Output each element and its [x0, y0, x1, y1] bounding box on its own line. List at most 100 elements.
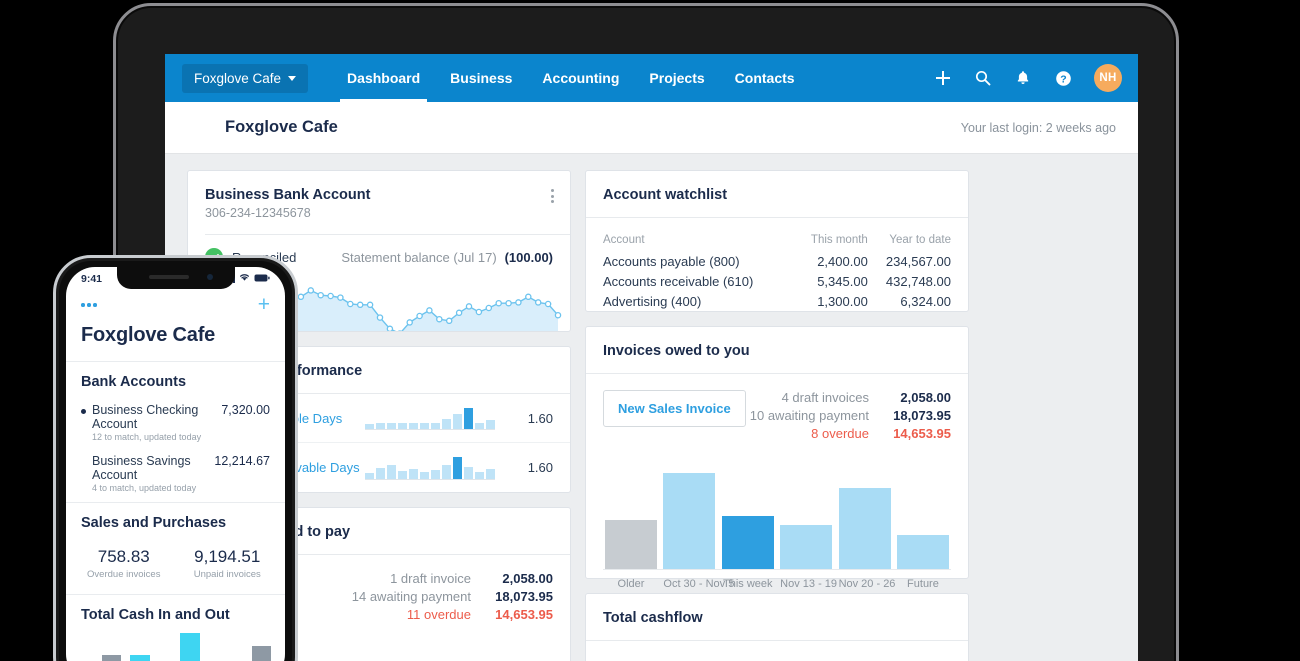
bar-column[interactable] — [897, 462, 949, 569]
nav-item-accounting[interactable]: Accounting — [527, 54, 634, 102]
sparkline-bar — [365, 424, 374, 429]
line-amount: 14,653.95 — [869, 426, 951, 441]
bar-axis-label: Older — [605, 578, 657, 590]
speaker-icon — [149, 275, 189, 279]
invoices-summary-lines: 4 draft invoices 2,058.00 10 awaiting pa… — [750, 390, 951, 444]
bar — [780, 525, 832, 569]
line-amount: 18,073.95 — [869, 408, 951, 423]
help-icon[interactable]: ? — [1054, 69, 1072, 87]
bills-summary-lines: 1 draft invoice 2,058.00 14 awaiting pay… — [352, 571, 553, 625]
bar-column[interactable] — [605, 462, 657, 569]
cell-account: Accounts receivable (610) — [603, 271, 795, 291]
table-row[interactable]: Accounts payable (800) 2,400.00 234,567.… — [603, 251, 951, 271]
tablet-screen: Foxglove Cafe Dashboard Business Account… — [165, 54, 1138, 661]
invoices-line-draft: 4 draft invoices 2,058.00 — [750, 390, 951, 405]
sparkline-bar — [475, 423, 484, 429]
table-row[interactable]: Accounts receivable (610) 5,345.00 432,7… — [603, 271, 951, 291]
avatar[interactable]: NH — [1094, 64, 1122, 92]
column-header-this-month: This month — [795, 234, 868, 251]
line-amount: 2,058.00 — [869, 390, 951, 405]
sparkline-bar — [442, 465, 451, 479]
bell-icon[interactable] — [1014, 69, 1032, 87]
sparkline-bar — [475, 472, 484, 479]
line-amount: 2,058.00 — [471, 571, 553, 586]
line-label: 1 draft invoice — [390, 571, 471, 586]
more-icon[interactable] — [81, 303, 97, 307]
nav-item-dashboard[interactable]: Dashboard — [332, 54, 435, 102]
bar-column[interactable] — [722, 462, 774, 569]
divider — [586, 217, 968, 218]
plus-icon[interactable]: + — [258, 297, 270, 313]
cell-ytd: 6,324.00 — [868, 291, 951, 311]
screenshot-stage: Foxglove Cafe Dashboard Business Account… — [0, 0, 1300, 661]
cell-this-month: 1,300.00 — [795, 291, 868, 311]
bar — [839, 488, 891, 569]
figure-overdue-invoices[interactable]: 758.83 Overdue invoices — [72, 547, 176, 580]
phone-account-row-savings[interactable]: Business Savings Account 4 to match, upd… — [66, 451, 285, 502]
account-subtext: 12 to match, updated today — [92, 432, 215, 442]
phone-notch — [117, 267, 235, 289]
cash-out-bar — [102, 655, 122, 661]
invoices-owed-card: Invoices owed to you New Sales Invoice 4… — [585, 326, 969, 579]
sparkline-bar — [431, 470, 440, 479]
plus-icon[interactable] — [934, 69, 952, 87]
sparkline-bar — [442, 419, 451, 430]
table-header-row: Account This month Year to date — [603, 234, 951, 251]
phone-sales-figures: 758.83 Overdue invoices 9,194.51 Unpaid … — [66, 541, 285, 594]
line-label: 4 draft invoices — [782, 390, 869, 405]
statement-balance-label: Statement balance (Jul 17) — [341, 250, 496, 265]
sparkline-bar — [365, 473, 374, 479]
phone-volume-up-button[interactable] — [53, 376, 55, 416]
phone-silent-switch[interactable] — [53, 328, 55, 352]
bank-account-title: Business Bank Account — [205, 187, 553, 203]
last-login-text: Your last login: 2 weeks ago — [961, 121, 1116, 135]
statement-balance-value: (100.00) — [505, 250, 553, 265]
account-subtext: 4 to match, updated today — [92, 483, 208, 493]
cash-bar-pair — [80, 633, 121, 661]
phone-volume-down-button[interactable] — [53, 428, 55, 468]
bar-column[interactable] — [663, 462, 715, 569]
divider — [586, 373, 968, 374]
line-amount: 14,653.95 — [471, 607, 553, 622]
sparkline-bar — [387, 423, 396, 429]
bar-column[interactable] — [780, 462, 832, 569]
cell-ytd: 432,748.00 — [868, 271, 951, 291]
new-sales-invoice-button[interactable]: New Sales Invoice — [603, 390, 746, 427]
invoices-title: Invoices owed to you — [603, 343, 951, 359]
card-menu-icon[interactable] — [551, 189, 554, 203]
invoices-line-awaiting: 10 awaiting payment 18,073.95 — [750, 408, 951, 423]
account-text: Business Savings Account 4 to match, upd… — [92, 454, 208, 493]
nav-item-business[interactable]: Business — [435, 54, 527, 102]
watchlist-title: Account watchlist — [603, 187, 951, 203]
cell-this-month: 5,345.00 — [795, 271, 868, 291]
sparkline-bar — [398, 423, 407, 429]
phone-section-sales-purchases: Sales and Purchases — [66, 502, 285, 541]
bills-line-awaiting: 14 awaiting payment 18,073.95 — [352, 589, 553, 604]
sparkline-bar — [453, 414, 462, 429]
figure-unpaid-invoices[interactable]: 9,194.51 Unpaid invoices — [176, 547, 280, 580]
main-nav-items: Dashboard Business Accounting Projects C… — [332, 54, 810, 102]
bar-column[interactable] — [839, 462, 891, 569]
page-subheader: Foxglove Cafe Your last login: 2 weeks a… — [165, 102, 1138, 154]
account-name: Business Checking Account — [92, 403, 215, 431]
status-time: 9:41 — [81, 273, 102, 285]
search-icon[interactable] — [974, 69, 992, 87]
sparkline-bar — [376, 468, 385, 479]
performance-value: 1.60 — [528, 460, 553, 475]
nav-item-projects[interactable]: Projects — [634, 54, 719, 102]
cash-in-bar — [130, 655, 150, 661]
line-label: 11 overdue — [407, 607, 471, 622]
invoices-line-overdue: 8 overdue 14,653.95 — [750, 426, 951, 441]
sparkline-bar — [486, 469, 495, 478]
nav-item-contacts[interactable]: Contacts — [720, 54, 810, 102]
sparkline-bar — [486, 420, 495, 429]
organisation-selector[interactable]: Foxglove Cafe — [182, 64, 308, 93]
cell-account: Advertising (400) — [603, 291, 795, 311]
phone-screen: 9:41 + Foxglove Cafe Bank Accounts — [66, 267, 285, 661]
cashflow-title: Total cashflow — [603, 610, 951, 626]
dashboard-grid: Business Bank Account 306-234-12345678 R… — [165, 154, 1138, 661]
table-row[interactable]: Advertising (400) 1,300.00 6,324.00 — [603, 291, 951, 311]
chevron-down-icon — [288, 76, 296, 81]
total-cashflow-card: Total cashflow — [585, 593, 969, 661]
phone-account-row-checking[interactable]: Business Checking Account 12 to match, u… — [66, 400, 285, 451]
